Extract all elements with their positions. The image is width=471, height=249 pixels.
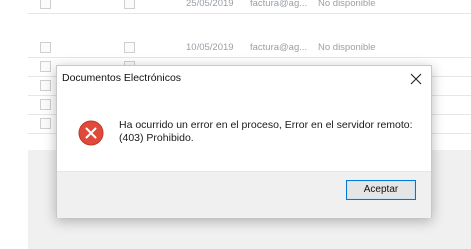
cell-date: 10/05/2019 xyxy=(186,42,234,53)
cell-status: No disponible xyxy=(318,0,376,9)
close-button[interactable] xyxy=(405,68,427,90)
row-checkbox[interactable] xyxy=(40,61,51,72)
row-checkbox[interactable] xyxy=(40,80,51,91)
table-row[interactable]: 25/05/2019 factura@ag... No disponible xyxy=(28,0,471,14)
cell-email: factura@ag... xyxy=(250,42,308,53)
dialog-titlebar[interactable]: Documentos Electrónicos xyxy=(57,66,431,92)
row-checkbox[interactable] xyxy=(40,42,51,53)
dialog-message: Ha ocurrido un error en el proceso, Erro… xyxy=(119,119,413,144)
row-checkbox[interactable] xyxy=(40,99,51,110)
close-icon xyxy=(410,73,422,85)
cell-email: factura@ag... xyxy=(250,0,308,9)
error-icon xyxy=(78,120,104,146)
row-checkbox[interactable] xyxy=(124,42,135,53)
row-checkbox[interactable] xyxy=(40,118,51,129)
row-checkbox[interactable] xyxy=(40,0,51,9)
dialog-title: Documentos Electrónicos xyxy=(62,72,182,84)
table-row[interactable]: 10/05/2019 factura@ag... No disponible xyxy=(28,38,471,58)
cell-status: No disponible xyxy=(318,42,376,53)
dialog-body: Ha ocurrido un error en el proceso, Erro… xyxy=(57,92,431,171)
aceptar-button[interactable]: Aceptar xyxy=(346,180,416,200)
cell-date: 25/05/2019 xyxy=(186,0,234,9)
error-dialog: Documentos Electrónicos Ha ocurrido un e… xyxy=(56,65,432,218)
row-checkbox[interactable] xyxy=(124,0,135,9)
